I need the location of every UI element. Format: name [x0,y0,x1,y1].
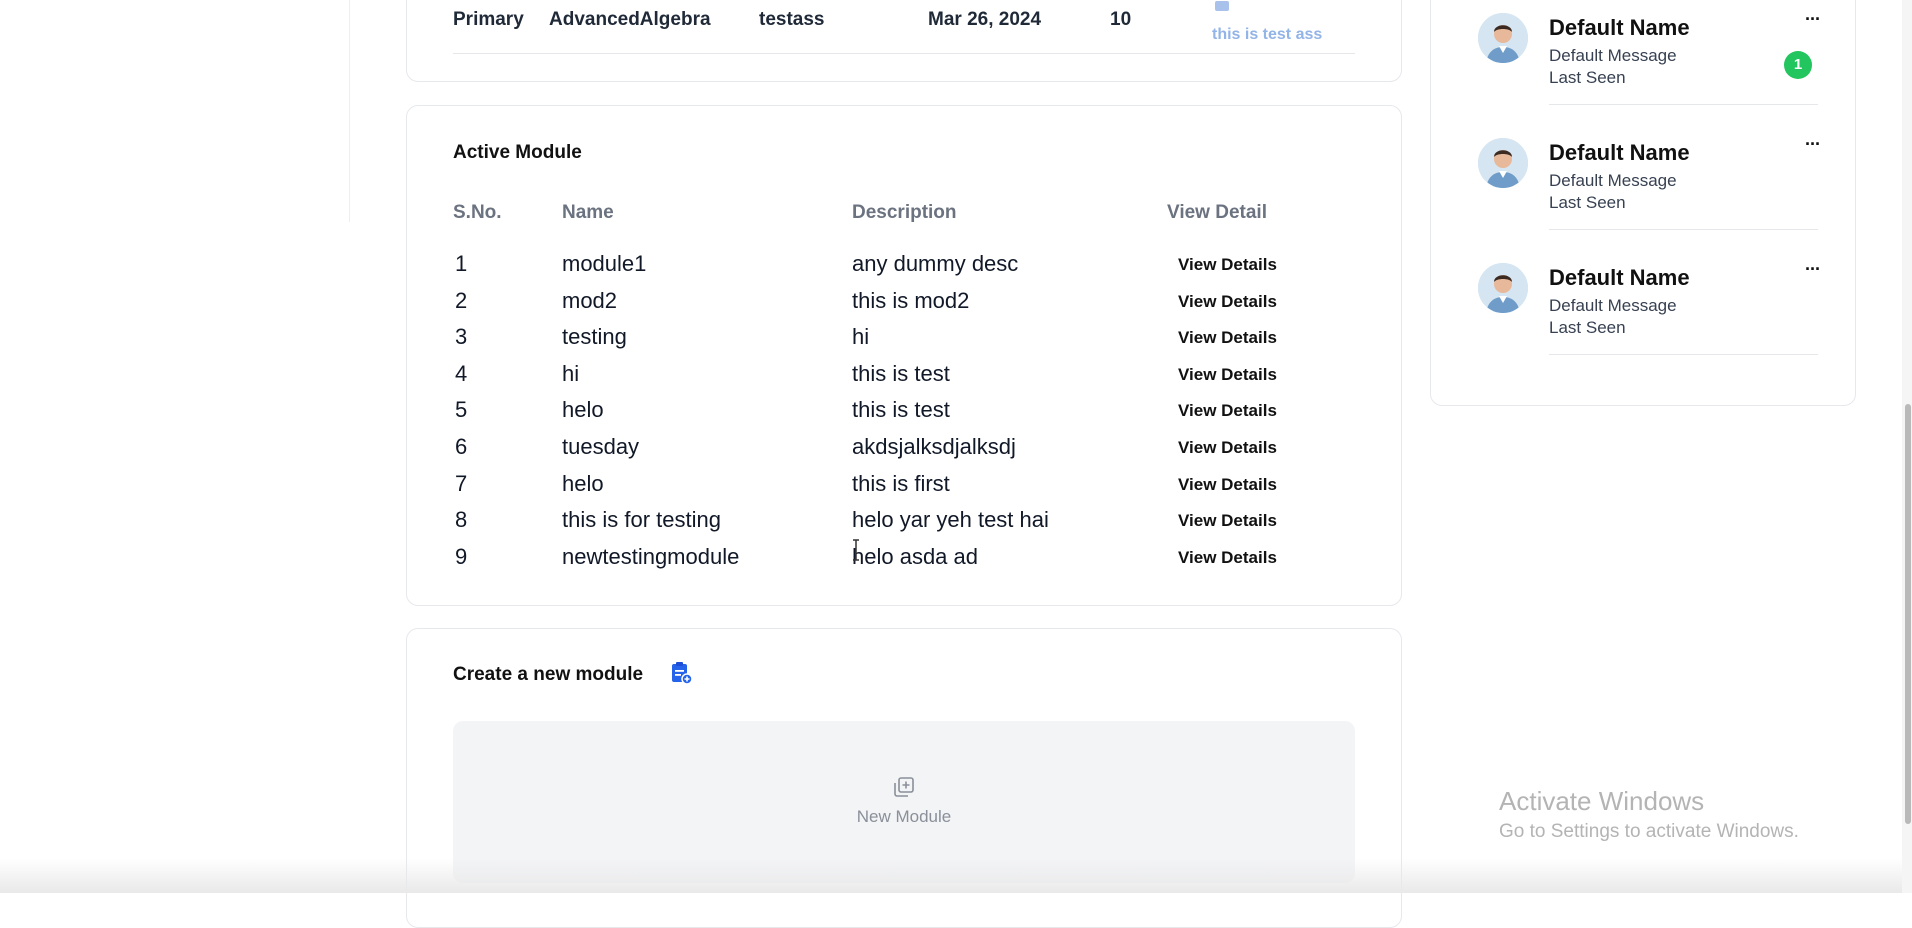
document-icon [1215,1,1229,11]
contact-name: Default Name [1549,265,1690,290]
table-row: 8 this is for testing helo yar yeh test … [407,506,1401,543]
sidebar-edge [349,0,350,222]
view-details-link[interactable]: View Details [1178,474,1277,496]
row-name: newtestingmodule [562,543,740,569]
chat-item[interactable]: Default Name Default Message Last Seen ·… [1478,126,1821,230]
contact-name: Default Name [1549,140,1690,165]
row-sno: 2 [455,287,468,313]
create-module-title: Create a new module [453,664,644,685]
table-row: 7 helo this is first View Details [407,470,1401,507]
active-module-card: Active Module S.No. Name Description Vie… [406,105,1402,606]
contact-message: Default Message [1549,46,1677,65]
table-row: 2 mod2 this is mod2 View Details [407,287,1401,324]
header-description: Description [852,202,957,223]
activate-windows-subtitle: Go to Settings to activate Windows. [1499,821,1799,842]
assignment-marks: 10 [1110,9,1132,30]
row-divider [453,53,1355,54]
table-row: 5 helo this is test View Details [407,396,1401,433]
unread-badge: 1 [1784,51,1812,79]
row-name: tuesday [562,433,640,459]
row-description: this is first [852,470,950,496]
contact-last-seen: Last Seen [1549,318,1626,337]
scrollbar-track[interactable] [1902,0,1912,893]
assignment-subject: AdvancedAlgebra [549,9,711,30]
row-sno: 3 [455,324,468,350]
text-cursor-icon [853,539,859,561]
module-table-body: 1 module1 any dummy desc View Details 2 … [407,250,1401,579]
row-sno: 1 [455,251,468,276]
row-name: mod2 [562,287,618,313]
row-name: testing [562,324,627,350]
row-description: helo yar yeh test hai [852,507,1049,533]
contact-message: Default Message [1549,171,1677,190]
row-sno: 4 [455,360,468,386]
row-sno: 8 [455,507,468,533]
row-sno: 5 [455,397,468,423]
row-name: module1 [562,251,647,276]
row-name: helo [562,397,604,423]
assignment-level: Primary [453,9,524,30]
row-sno: 9 [455,543,468,569]
row-name: helo [562,470,604,496]
row-description: hi [852,324,870,350]
contact-message: Default Message [1549,296,1677,315]
new-module-label: New Module [856,807,952,826]
row-sno: 7 [455,470,468,496]
avatar [1478,138,1528,188]
contact-last-seen: Last Seen [1549,193,1626,212]
add-square-icon [894,777,914,797]
chat-item[interactable]: Default Name Default Message Last Seen ·… [1478,1,1821,105]
table-row: 9 newtestingmodule helo asda ad View Det… [407,543,1401,580]
assignment-link[interactable]: this is test ass [1212,26,1322,44]
active-module-title: Active Module [453,142,582,163]
row-name: hi [562,360,580,386]
contact-last-seen: Last Seen [1549,68,1626,87]
chat-divider [1549,104,1818,105]
view-details-link[interactable]: View Details [1178,327,1277,349]
header-sno: S.No. [453,202,502,223]
view-details-link[interactable]: View Details [1178,291,1277,313]
chat-divider [1549,354,1818,355]
chat-item[interactable]: Default Name Default Message Last Seen ·… [1478,251,1821,355]
row-description: this is mod2 [852,287,970,313]
view-details-link[interactable]: View Details [1178,364,1277,386]
assignment-date: Mar 26, 2024 [928,9,1042,30]
clipboard-add-icon[interactable] [669,661,693,685]
more-options-icon[interactable]: ··· [1805,134,1821,155]
view-details-link[interactable]: View Details [1178,510,1277,532]
create-module-card: Create a new module New Module [406,628,1402,928]
header-view-detail: View Detail [1167,202,1267,223]
table-row: 3 testing hi View Details [407,323,1401,360]
view-details-link[interactable]: View Details [1178,437,1277,459]
row-description: akdsjalksdjalksdj [852,433,1016,459]
avatar [1478,13,1528,63]
view-details-link[interactable]: View Details [1178,547,1277,569]
more-options-icon[interactable]: ··· [1805,9,1821,30]
contact-name: Default Name [1549,15,1690,40]
table-row: 1 module1 any dummy desc View Details [407,250,1401,287]
avatar [1478,263,1528,313]
row-description: this is test [852,360,950,386]
chat-divider [1549,229,1818,230]
row-sno: 6 [455,433,468,459]
more-options-icon[interactable]: ··· [1805,259,1821,280]
activate-windows-title: Activate Windows [1499,786,1705,816]
header-name: Name [562,202,614,223]
row-description: any dummy desc [852,251,1019,276]
new-module-button[interactable]: New Module [453,721,1355,883]
assignment-title: testass [759,9,825,30]
scrollbar-thumb[interactable] [1905,404,1911,824]
row-name: this is for testing [562,507,721,533]
row-description: this is test [852,397,950,423]
assignment-card: Primary AdvancedAlgebra testass Mar 26, … [406,0,1402,82]
view-details-link[interactable]: View Details [1178,400,1277,422]
table-row: 4 hi this is test View Details [407,360,1401,397]
row-description: helo asda ad [852,543,978,569]
table-row: 6 tuesday akdsjalksdjalksdj View Details [407,433,1401,470]
view-details-link[interactable]: View Details [1178,254,1277,276]
chat-list-card: Default Name Default Message Last Seen ·… [1430,0,1856,406]
